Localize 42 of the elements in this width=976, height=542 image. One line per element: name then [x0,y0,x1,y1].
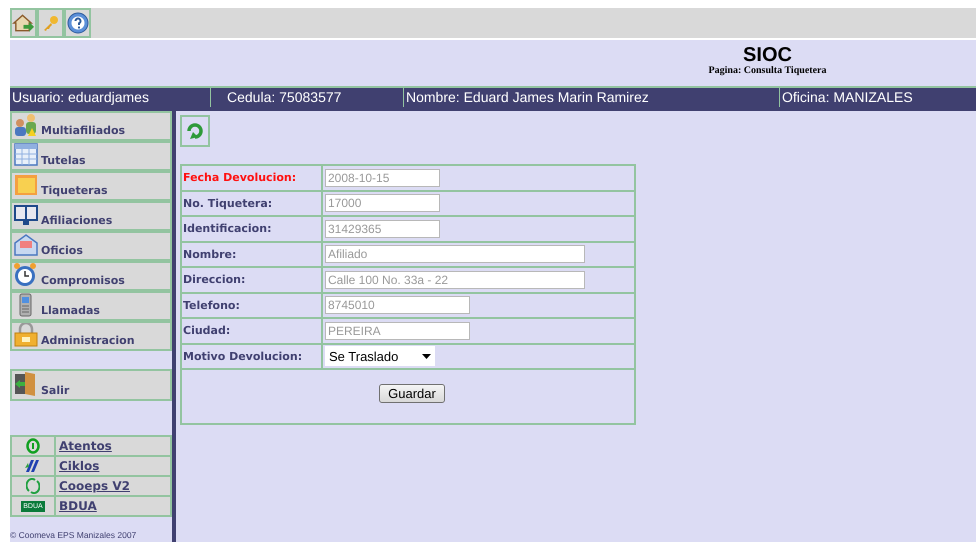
menu-item[interactable]: Administracion [10,321,172,351]
field-label: Ciudad: [182,319,323,342]
ring-icon [26,438,40,454]
info-cell: Usuario: eduardjames [10,88,211,107]
menu-item[interactable]: Tutelas [10,141,172,171]
people-icon [13,113,39,137]
save-button[interactable]: Guardar [379,384,445,403]
field-label: No. Tiquetera: [182,192,323,215]
field-label: Telefono: [182,294,323,317]
menu-item[interactable]: Tiqueteras [10,171,172,201]
field-label: Motivo Devolucion: [182,344,323,368]
menu-item[interactable]: Multiafiliados [10,111,172,141]
help-icon[interactable] [64,8,91,38]
caret-icon [422,354,431,359]
field-label: Identificacion: [182,217,323,240]
field-label: Nombre: [182,242,323,266]
alarm-clock-icon [13,263,39,287]
padlock-icon [13,323,39,347]
exit-item[interactable]: Salir [10,369,172,401]
note-icon [13,173,39,197]
page-subtitle: Pagina: Consulta Tiquetera [708,65,828,76]
field-label: Direccion: [182,268,323,292]
sidebar-link[interactable]: Ciklos [59,459,100,473]
copyright-text: © Coomeva EPS Manizales 2007 [10,530,136,540]
app-title: SIOC [742,45,793,65]
info-cell: Cedula: 75083577 [211,88,404,107]
envelope-icon [13,233,39,257]
book-icon [13,203,39,227]
sidebar-link[interactable]: BDUA [59,499,97,513]
field-label: Fecha Devolucion: [182,166,323,190]
refresh-icon[interactable] [180,115,210,147]
home-icon[interactable] [10,8,37,38]
stripes-icon [25,459,41,473]
dropdown[interactable]: Se Traslado [325,346,435,366]
menu-item[interactable]: Afiliaciones [10,201,172,231]
info-cell-text: Oficina: MANIZALES [781,88,914,107]
menu-item[interactable]: Compromisos [10,261,172,291]
recycle-icon [26,478,40,494]
menu-item[interactable]: Llamadas [10,291,172,321]
info-cell: Nombre: Eduard James Marin Ramirez [404,88,780,107]
menu-item[interactable]: Oficios [10,231,172,261]
table-icon [13,143,39,167]
